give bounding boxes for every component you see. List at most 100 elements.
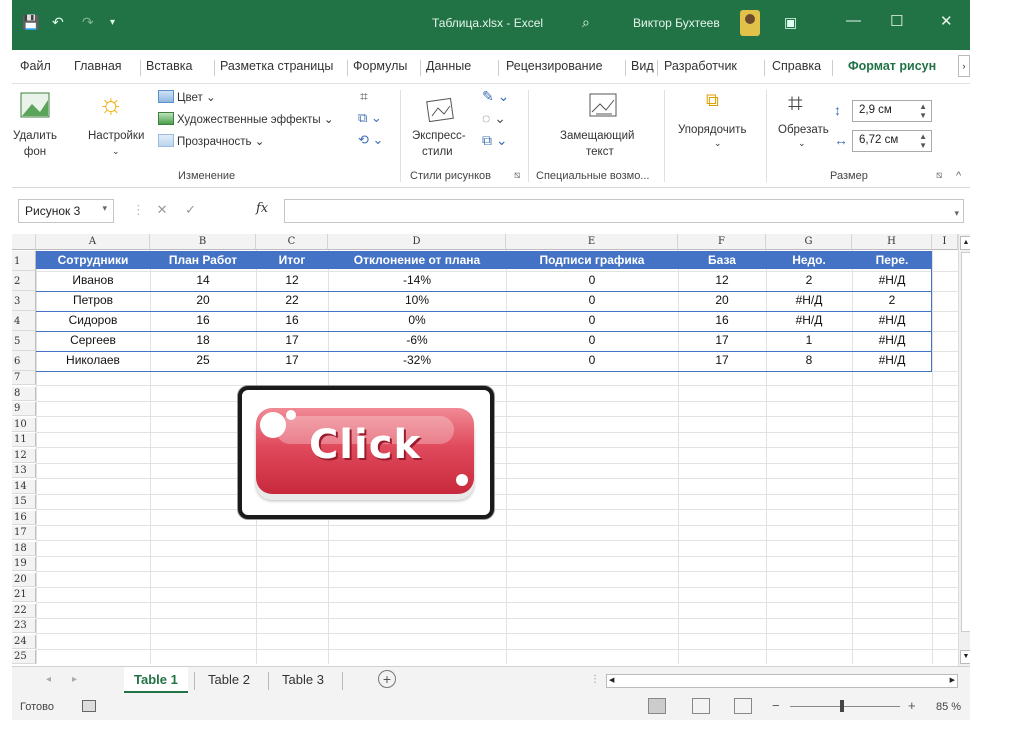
page-layout-view-icon[interactable]: [692, 698, 710, 714]
save-icon[interactable]: 💾: [22, 14, 39, 31]
insert-function-icon[interactable]: fx: [256, 201, 268, 216]
table-cell[interactable]: 0: [506, 333, 678, 347]
column-header[interactable]: G: [766, 234, 852, 250]
row-header[interactable]: 10: [12, 417, 36, 432]
row-header[interactable]: 6: [12, 351, 36, 371]
row-header[interactable]: 22: [12, 603, 36, 618]
table-cell[interactable]: 16: [678, 313, 766, 327]
table-cell[interactable]: 20: [678, 293, 766, 307]
table-header-cell[interactable]: База: [678, 251, 766, 269]
table-cell[interactable]: #Н/Д: [852, 313, 932, 327]
change-picture-icon[interactable]: ⧉ ⌄: [358, 110, 382, 126]
row-header[interactable]: 9: [12, 402, 36, 416]
table-cell[interactable]: 12: [256, 273, 328, 287]
collapse-ribbon-icon[interactable]: ^: [956, 170, 961, 182]
styles-dialog-launcher-icon[interactable]: ⧅: [514, 170, 520, 181]
width-spinner-icon[interactable]: ▲ ▼: [919, 132, 927, 150]
table-header-cell[interactable]: Недо.: [766, 251, 852, 269]
horizontal-scrollbar[interactable]: ◀ ▶: [606, 674, 958, 688]
picture-border-icon[interactable]: ✎ ⌄: [482, 88, 509, 105]
table-cell[interactable]: Сидоров: [36, 313, 150, 327]
row-header[interactable]: 23: [12, 619, 36, 633]
scroll-down-icon[interactable]: ▼: [960, 650, 970, 664]
table-cell[interactable]: 0: [506, 353, 678, 367]
sheet-tab-table-3[interactable]: Table 3: [272, 667, 334, 693]
row-header[interactable]: 7: [12, 371, 36, 385]
table-cell[interactable]: 16: [150, 313, 256, 327]
table-cell[interactable]: 20: [150, 293, 256, 307]
tab-developer[interactable]: Разработчик: [664, 59, 737, 73]
row-header[interactable]: 24: [12, 634, 36, 649]
table-cell[interactable]: 17: [678, 353, 766, 367]
table-cell[interactable]: Иванов: [36, 273, 150, 287]
page-break-view-icon[interactable]: [734, 698, 752, 714]
column-header[interactable]: F: [678, 234, 766, 250]
column-header[interactable]: E: [506, 234, 678, 250]
table-cell[interactable]: #Н/Д: [766, 293, 852, 307]
zoom-slider[interactable]: [790, 706, 900, 707]
transparency-button[interactable]: Прозрачность ⌄: [158, 134, 264, 148]
column-header[interactable]: B: [150, 234, 256, 250]
table-cell[interactable]: 0: [506, 293, 678, 307]
column-header[interactable]: H: [852, 234, 932, 250]
row-header[interactable]: 17: [12, 526, 36, 540]
table-header-cell[interactable]: Сотрудники: [36, 251, 150, 269]
add-sheet-icon[interactable]: +: [378, 670, 396, 688]
search-icon[interactable]: ⌕: [582, 14, 590, 31]
row-header[interactable]: 25: [12, 650, 36, 664]
tab-file[interactable]: Файл: [20, 59, 51, 73]
row-header[interactable]: 19: [12, 557, 36, 571]
table-cell[interactable]: 14: [150, 273, 256, 287]
selected-picture[interactable]: Click: [238, 386, 494, 519]
undo-icon[interactable]: ↶: [52, 14, 64, 31]
table-cell[interactable]: 12: [678, 273, 766, 287]
column-header[interactable]: I: [932, 234, 958, 250]
row-header[interactable]: 14: [12, 479, 36, 494]
macro-record-icon[interactable]: [82, 700, 96, 712]
table-header-cell[interactable]: Отклонение от плана: [328, 251, 506, 269]
redo-icon[interactable]: ↷: [82, 14, 94, 31]
table-cell[interactable]: 17: [256, 333, 328, 347]
zoom-out-icon[interactable]: −: [772, 698, 780, 713]
table-cell[interactable]: 25: [150, 353, 256, 367]
table-cell[interactable]: Николаев: [36, 353, 150, 367]
table-cell[interactable]: 2: [766, 273, 852, 287]
scroll-up-icon[interactable]: ▲: [960, 236, 970, 250]
height-field[interactable]: 2,9 см ▲ ▼: [852, 100, 932, 122]
table-cell[interactable]: #Н/Д: [852, 333, 932, 347]
close-button[interactable]: ✕: [940, 12, 953, 30]
tab-home[interactable]: Главная: [74, 59, 122, 73]
height-spinner-icon[interactable]: ▲ ▼: [919, 102, 927, 120]
sheet-tab-table-2[interactable]: Table 2: [198, 667, 260, 693]
table-cell[interactable]: #Н/Д: [852, 273, 932, 287]
table-cell[interactable]: -32%: [328, 353, 506, 367]
row-header[interactable]: 13: [12, 464, 36, 478]
ribbon-display-options-icon[interactable]: ▣: [784, 14, 797, 31]
table-cell[interactable]: 2: [852, 293, 932, 307]
row-header[interactable]: 1: [12, 251, 36, 271]
table-cell[interactable]: 10%: [328, 293, 506, 307]
table-cell[interactable]: 18: [150, 333, 256, 347]
tab-view[interactable]: Вид: [631, 59, 654, 73]
row-header[interactable]: 18: [12, 541, 36, 556]
width-field[interactable]: 6,72 см ▲ ▼: [852, 130, 932, 152]
table-cell[interactable]: 16: [256, 313, 328, 327]
picture-effects-icon[interactable]: ◌ ⌄: [482, 110, 506, 127]
formula-input[interactable]: ▾: [284, 199, 964, 223]
minimize-button[interactable]: —: [846, 12, 861, 29]
table-header-cell[interactable]: План Работ: [150, 251, 256, 269]
row-header[interactable]: 3: [12, 291, 36, 311]
row-header[interactable]: 16: [12, 510, 36, 525]
table-cell[interactable]: 0: [506, 313, 678, 327]
zoom-percent[interactable]: 85 %: [936, 701, 961, 713]
scroll-left-icon[interactable]: ◀: [609, 676, 614, 684]
tab-review[interactable]: Рецензирование: [506, 59, 603, 73]
click-button-image[interactable]: Click: [256, 408, 474, 494]
tabs-scroll-right-icon[interactable]: ›: [958, 55, 970, 77]
sheet-tab-table-1[interactable]: Table 1: [124, 667, 188, 693]
row-header[interactable]: 2: [12, 271, 36, 291]
tab-insert[interactable]: Вставка: [146, 59, 192, 73]
tab-page-layout[interactable]: Разметка страницы: [220, 59, 333, 73]
chevron-down-icon[interactable]: ▾: [102, 203, 107, 214]
tab-picture-format[interactable]: Формат рисун: [848, 59, 936, 73]
